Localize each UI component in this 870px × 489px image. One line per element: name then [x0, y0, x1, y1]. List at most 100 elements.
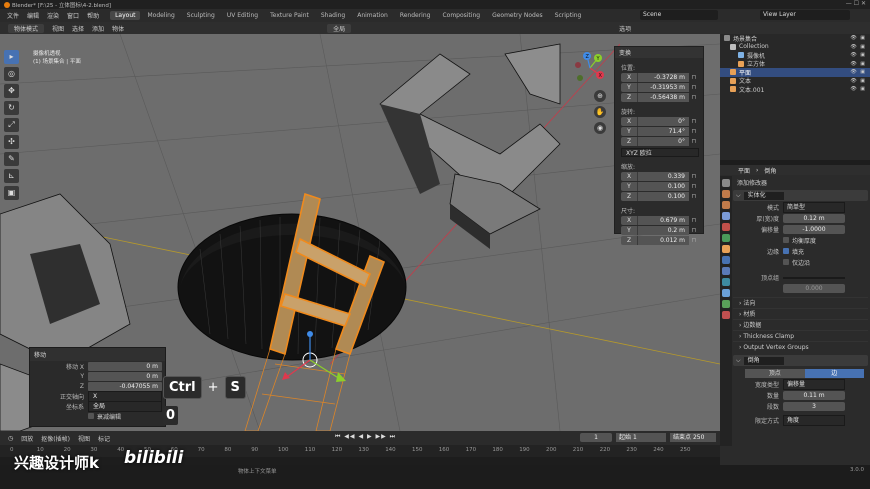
- viewport-menu-object[interactable]: 物体: [112, 24, 124, 33]
- rotation-y-row[interactable]: Y 71.4° ⊓: [621, 127, 699, 136]
- lock-icon[interactable]: ⊓: [689, 192, 699, 201]
- outliner-row[interactable]: 文本.001 👁 ▣: [720, 85, 870, 94]
- lock-icon[interactable]: ⊓: [689, 172, 699, 181]
- workspace-tab-scripting[interactable]: Scripting: [550, 11, 587, 20]
- workspace-tab-animation[interactable]: Animation: [352, 11, 393, 20]
- outliner-row[interactable]: 摄像机 👁 ▣: [720, 51, 870, 60]
- lock-icon[interactable]: ⊓: [689, 216, 699, 225]
- workspace-tab-layout[interactable]: Layout: [110, 11, 141, 20]
- menu-window[interactable]: 窗口: [67, 11, 79, 20]
- scale-x-row[interactable]: X 0.339 ⊓: [621, 172, 699, 181]
- dimensions-y-field[interactable]: 0.2 m: [637, 226, 689, 235]
- outliner-row[interactable]: 文本 👁 ▣: [720, 77, 870, 85]
- workspace-tab-compositing[interactable]: Compositing: [437, 11, 485, 20]
- object-tab-icon[interactable]: [722, 245, 730, 253]
- dimensions-x-field[interactable]: 0.679 m: [637, 216, 689, 225]
- render-tab-icon[interactable]: [722, 190, 730, 198]
- bevel-modifier-header[interactable]: ⌵ 倒角: [733, 355, 868, 366]
- menu-edit[interactable]: 编辑: [27, 11, 39, 20]
- transform-panel-title[interactable]: 变换: [615, 47, 703, 58]
- viewport-options-button[interactable]: 选项: [619, 24, 631, 33]
- even-thickness-checkbox[interactable]: 均衡厚度: [783, 236, 816, 245]
- playback-controls[interactable]: ⏮ ◀◀ ◀ ▶ ▶▶ ⏭: [335, 433, 396, 441]
- orientation-dropdown[interactable]: 全局: [88, 401, 162, 412]
- scale-y-row[interactable]: Y 0.100 ⊓: [621, 182, 699, 191]
- workspace-tab-rendering[interactable]: Rendering: [395, 11, 436, 20]
- outliner-row[interactable]: 立方体 👁 ▣: [720, 60, 870, 68]
- visibility-toggle-icon[interactable]: 👁 ▣: [850, 61, 866, 67]
- lock-icon[interactable]: ⊓: [689, 83, 699, 92]
- rim-fill-checkbox[interactable]: 填充: [783, 247, 804, 256]
- visibility-toggle-icon[interactable]: 👁 ▣: [850, 35, 866, 41]
- location-x-row[interactable]: X -0.3728 m ⊓: [621, 73, 699, 82]
- scale-z-row[interactable]: Z 0.100 ⊓: [621, 192, 699, 201]
- affect-vertices-button[interactable]: 顶点: [745, 369, 805, 378]
- physics-tab-icon[interactable]: [722, 278, 730, 286]
- viewport-menu-select[interactable]: 选择: [72, 24, 84, 33]
- rotation-x-field[interactable]: 0°: [637, 117, 689, 126]
- rotation-x-row[interactable]: X 0° ⊓: [621, 117, 699, 126]
- location-y-row[interactable]: Y -0.31953 m ⊓: [621, 83, 699, 92]
- timeline-menu-playback[interactable]: 回放: [21, 434, 33, 443]
- dimensions-z-row[interactable]: Z 0.012 m ⊓: [621, 236, 699, 245]
- lock-icon[interactable]: ⊓: [689, 93, 699, 102]
- annotate-tool-icon[interactable]: ✎: [4, 152, 19, 166]
- lock-icon[interactable]: ⊓: [689, 127, 699, 136]
- scale-y-field[interactable]: 0.100: [637, 182, 689, 191]
- visibility-toggle-icon[interactable]: 👁 ▣: [850, 69, 866, 75]
- measure-tool-icon[interactable]: ⊾: [4, 169, 19, 183]
- workspace-tab-uv-editing[interactable]: UV Editing: [222, 11, 263, 20]
- visibility-toggle-icon[interactable]: 👁 ▣: [850, 44, 866, 50]
- timeline-editor-icon[interactable]: ◷: [8, 435, 13, 442]
- section-edge-data[interactable]: › 边数据: [733, 319, 868, 330]
- add-cube-tool-icon[interactable]: ▣: [4, 186, 19, 200]
- vertex-group-field[interactable]: [783, 276, 845, 279]
- timeline-menu-keying[interactable]: 抠像(插帧): [41, 434, 70, 443]
- thickness-field[interactable]: 0.12 m: [783, 214, 845, 223]
- scale-tool-icon[interactable]: ⤢: [4, 118, 19, 132]
- rotation-z-field[interactable]: 0°: [637, 137, 689, 146]
- outliner-row[interactable]: Collection 👁 ▣: [720, 43, 870, 52]
- lock-icon[interactable]: ⊓: [689, 137, 699, 146]
- transform-orientation-selector[interactable]: 全局: [327, 23, 352, 33]
- offset-field[interactable]: -1.0000: [783, 225, 845, 234]
- bevel-segments-field[interactable]: 3: [783, 402, 845, 411]
- outliner-row[interactable]: 平面 👁 ▣: [720, 68, 870, 77]
- constraints-tab-icon[interactable]: [722, 289, 730, 297]
- data-tab-icon[interactable]: [722, 300, 730, 308]
- pan-hand-icon[interactable]: ✋: [594, 106, 606, 118]
- location-x-field[interactable]: -0.3728 m: [637, 73, 689, 82]
- current-frame-field[interactable]: 1: [580, 433, 612, 442]
- bevel-modifier-name[interactable]: 倒角: [743, 356, 784, 365]
- lock-icon[interactable]: ⊓: [689, 73, 699, 82]
- lock-icon[interactable]: ⊓: [689, 226, 699, 235]
- width-type-dropdown[interactable]: 偏移量: [783, 379, 845, 390]
- material-tab-icon[interactable]: [722, 311, 730, 319]
- timeline-menu-view[interactable]: 视图: [78, 434, 90, 443]
- timeline-ruler[interactable]: 0 10 20 30 40 50 60 70 80 90 100 110 120 130 140 150 160…: [0, 445, 720, 457]
- proportional-checkbox[interactable]: 衰减编辑: [88, 412, 121, 421]
- camera-view-icon[interactable]: ◉: [594, 122, 606, 134]
- rim-only-checkbox[interactable]: 仅边沿: [783, 258, 810, 267]
- rotation-mode-dropdown[interactable]: XYZ 欧拉: [621, 148, 699, 157]
- move-x-field[interactable]: 0 m: [88, 362, 162, 371]
- section-normals[interactable]: › 法向: [733, 297, 868, 308]
- outliner-row[interactable]: 场景集合 👁 ▣: [720, 34, 870, 43]
- window-controls[interactable]: — ☐ ✕: [846, 0, 866, 7]
- move-tool-icon[interactable]: ✥: [4, 84, 19, 98]
- dimensions-x-row[interactable]: X 0.679 m ⊓: [621, 216, 699, 225]
- viewport-menu-view[interactable]: 视图: [52, 24, 64, 33]
- view-layer-tab-icon[interactable]: [722, 212, 730, 220]
- move-z-field[interactable]: -0.047055 m: [88, 382, 162, 391]
- affect-edges-button[interactable]: 边: [804, 369, 864, 378]
- scale-z-field[interactable]: 0.100: [637, 192, 689, 201]
- menu-file[interactable]: 文件: [7, 11, 19, 20]
- scene-tab-icon[interactable]: [722, 223, 730, 231]
- end-frame-field[interactable]: 结束点 250: [670, 433, 716, 442]
- scale-x-field[interactable]: 0.339: [637, 172, 689, 181]
- zoom-icon[interactable]: ⊕: [594, 90, 606, 102]
- output-tab-icon[interactable]: [722, 201, 730, 209]
- limit-method-dropdown[interactable]: 角度: [783, 415, 845, 426]
- lock-icon[interactable]: ⊓: [689, 236, 699, 245]
- mode-selector[interactable]: 物体模式: [8, 23, 45, 33]
